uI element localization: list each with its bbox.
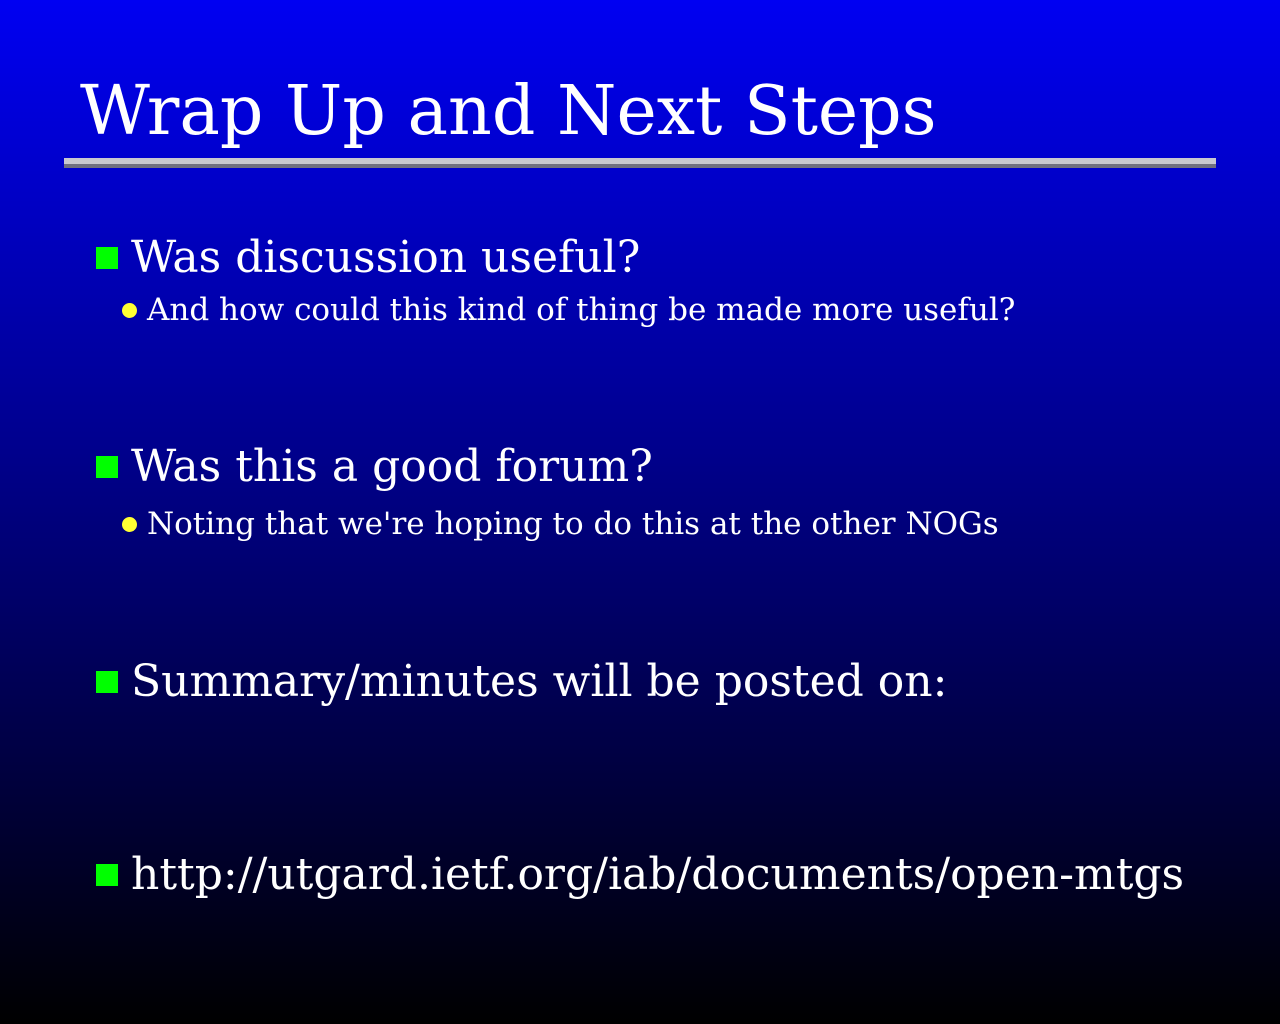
sub-bullet-text: And how could this kind of thing be made… (147, 292, 1016, 328)
bullet-text: Summary/minutes will be posted on: (131, 656, 948, 707)
bullet-text: Was discussion useful? (131, 232, 641, 283)
title-underline (64, 158, 1216, 168)
bullet-item: Summary/minutes will be posted on: (96, 656, 947, 708)
dot-bullet-icon (122, 302, 137, 318)
sub-bullet-text: Noting that we're hoping to do this at t… (147, 506, 999, 542)
sub-bullet-item: And how could this kind of thing be made… (122, 290, 1015, 330)
bullet-text: Was this a good forum? (131, 441, 653, 492)
sub-bullet-item: Noting that we're hoping to do this at t… (122, 504, 999, 544)
square-bullet-icon (96, 864, 118, 886)
bullet-item: Was discussion useful? (96, 232, 640, 284)
bullet-item: http://utgard.ietf.org/iab/documents/ope… (96, 849, 1184, 901)
url-text: http://utgard.ietf.org/iab/documents/ope… (131, 849, 1185, 900)
square-bullet-icon (96, 247, 118, 269)
square-bullet-icon (96, 671, 118, 693)
dot-bullet-icon (122, 516, 137, 532)
square-bullet-icon (96, 456, 118, 478)
slide-title: Wrap Up and Next Steps (80, 72, 937, 151)
bullet-item: Was this a good forum? (96, 441, 653, 493)
